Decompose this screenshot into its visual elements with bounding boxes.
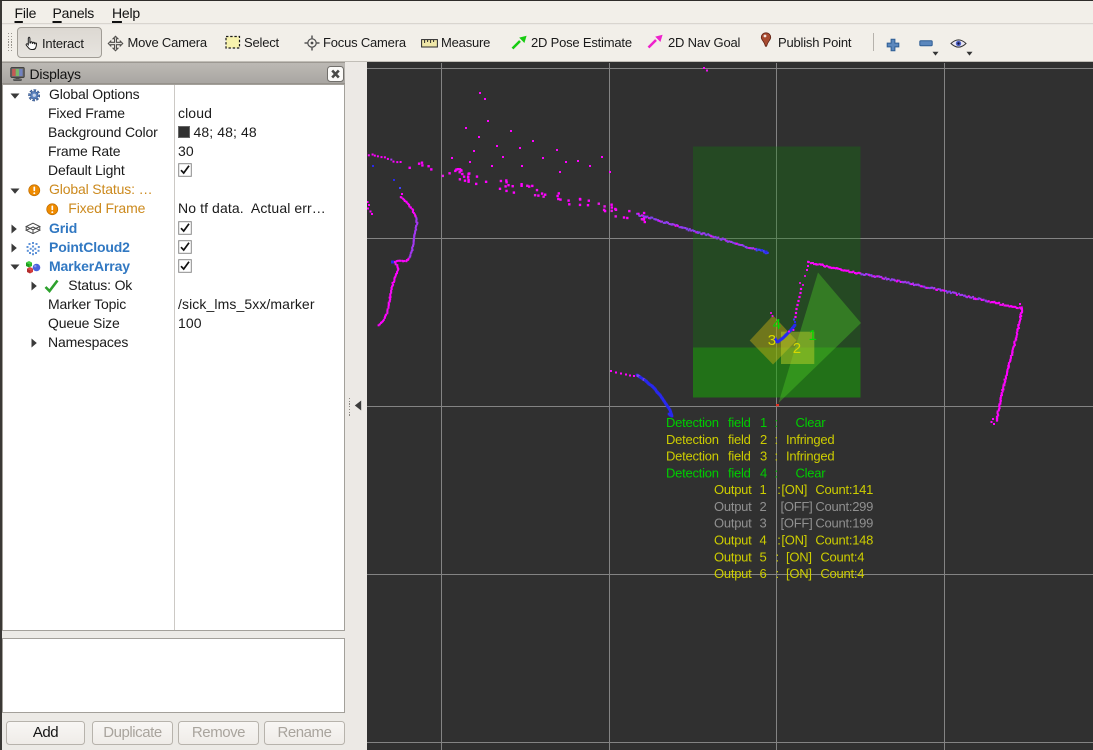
svg-text:Detectionfield4:Clear: Detection field 4: Clear <box>666 465 826 480</box>
svg-text:4: 4 <box>773 316 781 333</box>
svg-text:Output3[OFF]Count:199: Output 3 [OFF] Count:199 <box>714 516 873 531</box>
svg-text:Output4:[ON]Count:148: Output 4:[ON] Count:148 <box>714 533 873 548</box>
svg-text:Detectionfield3:Infringed: Detection field 3: Infringed <box>666 449 834 464</box>
svg-text:3: 3 <box>768 332 776 349</box>
svg-text:Detectionfield1:Clear: Detection field 1: Clear <box>666 415 826 430</box>
svg-text:2: 2 <box>793 340 801 357</box>
svg-text:Output1:[ON]Count:141: Output 1:[ON] Count:141 <box>714 482 873 497</box>
svg-text:Output6:[ON]Count:4: Output 6: [ON] Count:4 <box>714 566 864 581</box>
svg-text:Detectionfield2:Infringed: Detection field 2: Infringed <box>666 432 834 447</box>
svg-text:Output5:[ON]Count:4: Output 5: [ON] Count:4 <box>714 549 864 564</box>
svg-text:1: 1 <box>809 327 817 344</box>
svg-text:Output2[OFF]Count:299: Output 2 [OFF] Count:299 <box>714 499 873 514</box>
